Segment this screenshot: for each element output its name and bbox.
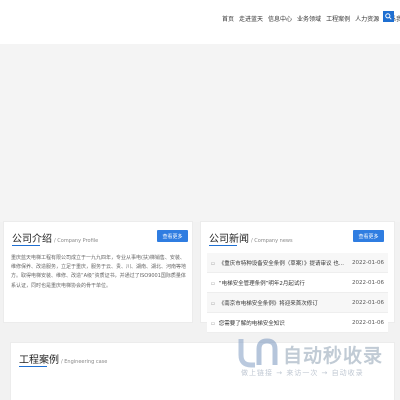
cases-heading: 工程案例 / Engineering case (19, 351, 107, 366)
nav-item-info[interactable]: 信息中心 (268, 14, 292, 23)
news-item-title[interactable]: 您需要了解的电梯安全知识 (219, 321, 285, 327)
news-title-underline (209, 245, 237, 246)
profile-text: 重庆蓝天电梯工程有限公司成立于一九九四年，专业从事电(扶)梯销售、安装、维修保养… (11, 255, 187, 289)
main-nav: 首页 走进蓝天 信息中心 业务领域 工程案例 人力资源 联系我们 (222, 14, 400, 23)
profile-more-button[interactable]: 查看更多 (157, 230, 188, 242)
watermark: 自动秒收录 做上链接 → 来访一次 → 自动收录 (233, 333, 393, 383)
news-more-button[interactable]: 查看更多 (353, 230, 384, 242)
bullet-icon: ▫ (211, 260, 215, 267)
news-item-title[interactable]: 《重庆市特种设备安全条例（草案）》提请审议 也... (219, 261, 344, 267)
nav-item-about[interactable]: 走进蓝天 (239, 14, 263, 23)
news-item-date: 2022-01-06 (352, 279, 384, 286)
bullet-icon: ▫ (211, 300, 215, 307)
watermark-logo-icon (238, 338, 278, 368)
bullet-icon: ▫ (211, 280, 215, 287)
watermark-main-text: 自动秒收录 (283, 345, 384, 367)
profile-heading: 公司介绍 / Company Profile (12, 230, 98, 245)
cases-title-underline (19, 366, 47, 367)
news-item[interactable]: ▫ 《重庆市特种设备安全条例（草案）》提请审议 也... 2022-01-06 (207, 253, 388, 273)
bullet-icon: ▫ (211, 320, 215, 327)
cases-subtitle: / Engineering case (61, 359, 108, 365)
news-heading: 公司新闻 / Company news (209, 230, 293, 245)
hero-banner (0, 44, 400, 222)
news-item[interactable]: ▫ “电梯安全管理条例”明年2月起试行 2022-01-06 (207, 273, 388, 293)
news-item[interactable]: ▫ 您需要了解的电梯安全知识 2022-01-06 (207, 313, 388, 333)
search-button[interactable] (383, 11, 394, 22)
news-item-date: 2022-01-06 (352, 259, 384, 266)
nav-item-hr[interactable]: 人力资源 (355, 14, 379, 23)
profile-title-underline (12, 245, 40, 246)
news-title: 公司新闻 (209, 234, 249, 245)
nav-item-business[interactable]: 业务领域 (297, 14, 321, 23)
search-icon (385, 13, 392, 20)
profile-title: 公司介绍 (12, 234, 52, 245)
news-item-date: 2022-01-06 (352, 319, 384, 326)
news-subtitle: / Company news (251, 238, 293, 244)
header-bar: 首页 走进蓝天 信息中心 业务领域 工程案例 人力资源 联系我们 (0, 0, 400, 44)
nav-item-cases[interactable]: 工程案例 (326, 14, 350, 23)
news-item-title[interactable]: 《南京市电梯安全条例》将迎来首次修订 (219, 301, 318, 307)
nav-item-home[interactable]: 首页 (222, 14, 234, 23)
cases-title: 工程案例 (19, 355, 59, 366)
news-item-date: 2022-01-06 (352, 299, 384, 306)
news-list: ▫ 《重庆市特种设备安全条例（草案）》提请审议 也... 2022-01-06 ▫… (207, 253, 388, 333)
watermark-sub-text: 做上链接 → 来访一次 → 自动收录 (241, 369, 364, 377)
news-item[interactable]: ▫ 《南京市电梯安全条例》将迎来首次修订 2022-01-06 (207, 293, 388, 313)
profile-subtitle: / Company Profile (54, 238, 99, 244)
news-item-title[interactable]: “电梯安全管理条例”明年2月起试行 (219, 281, 305, 287)
